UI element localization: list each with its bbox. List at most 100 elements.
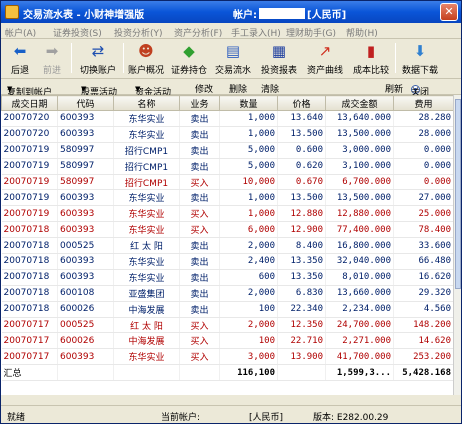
account-overview-button[interactable]: ☻ 账户概况	[127, 41, 165, 77]
account-currency: [人民币]	[307, 10, 347, 21]
cell-qty: 100	[219, 332, 278, 350]
menu-bar: 帐户(A) 证券投资(S) 投资分析(Y) 资产分析(F) 手工录入(H) 理财…	[1, 23, 461, 39]
table-row[interactable]: 20070718 600393 东华实业 卖出 2,400 13.350 32,040.00…	[1, 253, 453, 270]
toolbar: ⬅ 后退 ➡ 前进 ⇄ 切换账户 ☻ 账户概况 ◆ 证券持仓 ▤ 交易流水 ▦ …	[1, 39, 461, 79]
vertical-scrollbar[interactable]	[453, 95, 461, 395]
col-header-side[interactable]: 业务	[179, 95, 220, 111]
table-row[interactable]: 20070718 600026 中海发展 卖出 100 22.340 2,234.000 4.…	[1, 301, 453, 318]
cell-fee: 66.480	[393, 253, 453, 270]
cell-fee: 28.000	[393, 126, 453, 143]
data-download-button[interactable]: ⬇ 数据下载	[399, 41, 441, 77]
cell-price: 12.880	[277, 205, 326, 223]
edit-button[interactable]: 修改	[195, 82, 213, 95]
forward-button[interactable]: ➡ 前进	[39, 41, 65, 77]
cell-name: 东华实业	[113, 269, 180, 286]
cell-code: 600393	[57, 110, 114, 127]
cell-name: 东华实业	[113, 110, 180, 127]
delete-button[interactable]: 删除	[229, 82, 247, 95]
back-button[interactable]: ⬅ 后退	[7, 41, 33, 77]
cell-date: 20070719	[1, 189, 58, 207]
cell-name: 东华实业	[113, 205, 180, 223]
empty-cell	[113, 364, 180, 382]
title-bar[interactable]: 交易流水表 - 小财神增强版 帐户: [人民币] ✕	[1, 1, 461, 23]
cell-qty: 3,000	[219, 348, 278, 366]
cell-date: 20070717	[1, 332, 58, 350]
cell-side: 卖出	[179, 142, 220, 159]
menu-securities[interactable]: 证券投资(S)	[53, 26, 102, 39]
cell-date: 20070718	[1, 301, 58, 318]
asset-curve-button[interactable]: ↗ 资产曲线	[305, 41, 345, 77]
cell-amount: 13,500.000	[325, 126, 394, 143]
cell-qty: 600	[219, 269, 278, 286]
total-row: 汇总 116,100 1,599,3... 5,428.168	[1, 364, 453, 382]
scroll-thumb[interactable]	[455, 99, 461, 289]
table-row[interactable]: 20070718 600108 亚盛集团 卖出 2,000 6.830 13,660.000…	[1, 285, 453, 302]
holdings-button[interactable]: ◆ 证券持仓	[169, 41, 209, 77]
clear-button[interactable]: 清除	[261, 82, 279, 95]
cell-price: 12.350	[277, 317, 326, 334]
action-bar: 复制到帐户 ▼ 股票活动 ▼ 资金活动 ▼ 修改 删除 清除 刷新 关闭	[1, 79, 461, 98]
switch-account-button[interactable]: ⇄ 切换账户	[77, 41, 119, 77]
account-mask	[259, 8, 305, 19]
table-row[interactable]: 20070720 600393 东华实业 卖出 1,000 13.500 13,500.00…	[1, 126, 453, 143]
menu-help[interactable]: 帮助(H)	[346, 26, 378, 39]
table-row[interactable]: 20070718 600393 东华实业 卖出 600 13.350 8,010.000 16…	[1, 269, 453, 286]
cell-price: 22.710	[277, 332, 326, 350]
cost-compare-button[interactable]: ▮ 成本比较	[351, 41, 391, 77]
cell-fee: 28.280	[393, 110, 453, 127]
trade-log-button[interactable]: ▤ 交易流水	[213, 41, 253, 77]
cell-side: 买入	[179, 348, 220, 366]
table-row[interactable]: 20070719 580997 招行CMP1 卖出 5,000 0.600 3,000.00…	[1, 142, 453, 159]
col-header-date[interactable]: 成交日期	[1, 95, 58, 111]
close-window-button[interactable]: ✕	[440, 3, 458, 21]
invest-report-button[interactable]: ▦ 投资报表	[259, 41, 299, 77]
curve-icon: ↗	[318, 42, 332, 60]
cell-date: 20070718	[1, 269, 58, 286]
table-row[interactable]: 20070717 600026 中海发展 买入 100 22.710 2,271.000 14…	[1, 332, 453, 350]
cell-code: 600393	[57, 253, 114, 270]
cell-date: 20070717	[1, 348, 58, 366]
toolbar-separator	[123, 43, 124, 73]
col-header-qty[interactable]: 数量	[219, 95, 278, 111]
table-row[interactable]: 20070717 600393 东华实业 买入 3,000 13.900 41,700.00…	[1, 348, 453, 366]
cell-price: 22.340	[277, 301, 326, 318]
table-row[interactable]: 20070718 000525 红 太 阳卖出 2,000 8.400 16,800.00…	[1, 237, 453, 255]
cell-code: 000525	[57, 317, 114, 334]
cell-side: 买入	[179, 221, 220, 239]
table-row[interactable]: 20070720 600393 东华实业 卖出 1,000 13.640 13,640.00…	[1, 110, 453, 127]
total-qty: 116,100	[219, 364, 278, 382]
refresh-button[interactable]: 刷新	[385, 82, 403, 95]
empty-cell	[277, 364, 326, 382]
cell-side: 买入	[179, 332, 220, 350]
table-row[interactable]: 20070719 600393 东华实业 买入 1,000 12.880 12,880.00…	[1, 205, 453, 223]
cell-fee: 14.620	[393, 332, 453, 350]
menu-manual-entry[interactable]: 手工录入(H)	[231, 26, 281, 39]
cell-fee: 253.200	[393, 348, 453, 366]
col-header-fee[interactable]: 费用	[393, 95, 453, 111]
col-header-name[interactable]: 名称	[113, 95, 180, 111]
cell-qty: 2,000	[219, 285, 278, 302]
table-row[interactable]: 20070719 580997 招行CMP1 买入 10,000 0.670 6,700.0…	[1, 174, 453, 191]
cell-code: 580997	[57, 142, 114, 159]
menu-invest-analysis[interactable]: 投资分析(Y)	[114, 26, 163, 39]
menu-asset-analysis[interactable]: 资产分析(F)	[174, 26, 222, 39]
cell-qty: 10,000	[219, 174, 278, 191]
col-header-price[interactable]: 价格	[277, 95, 326, 111]
cell-price: 12.900	[277, 221, 326, 239]
total-amount: 1,599,3...	[325, 364, 394, 382]
col-header-code[interactable]: 代码	[57, 95, 114, 111]
cell-amount: 41,700.000	[325, 348, 394, 366]
cell-price: 13.350	[277, 253, 326, 270]
cell-qty: 2,400	[219, 253, 278, 270]
cell-code: 600108	[57, 285, 114, 302]
cell-price: 13.350	[277, 269, 326, 286]
menu-account[interactable]: 帐户(A)	[5, 26, 36, 39]
col-header-amount[interactable]: 成交金额	[325, 95, 394, 111]
cell-date: 20070718	[1, 285, 58, 302]
cell-amount: 13,640.000	[325, 110, 394, 127]
table-row[interactable]: 20070719 580997 招行CMP1 卖出 5,000 0.620 3,100.00…	[1, 158, 453, 175]
table-row[interactable]: 20070719 600393 东华实业 卖出 1,000 13.500 13,500.00…	[1, 189, 453, 207]
menu-finance-assistant[interactable]: 理财助手(G)	[286, 26, 336, 39]
table-row[interactable]: 20070718 600393 东华实业 买入 6,000 12.900 77,400.00…	[1, 221, 453, 239]
table-row[interactable]: 20070717 000525 红 太 阳买入 2,000 12.350 24,700.0…	[1, 317, 453, 334]
